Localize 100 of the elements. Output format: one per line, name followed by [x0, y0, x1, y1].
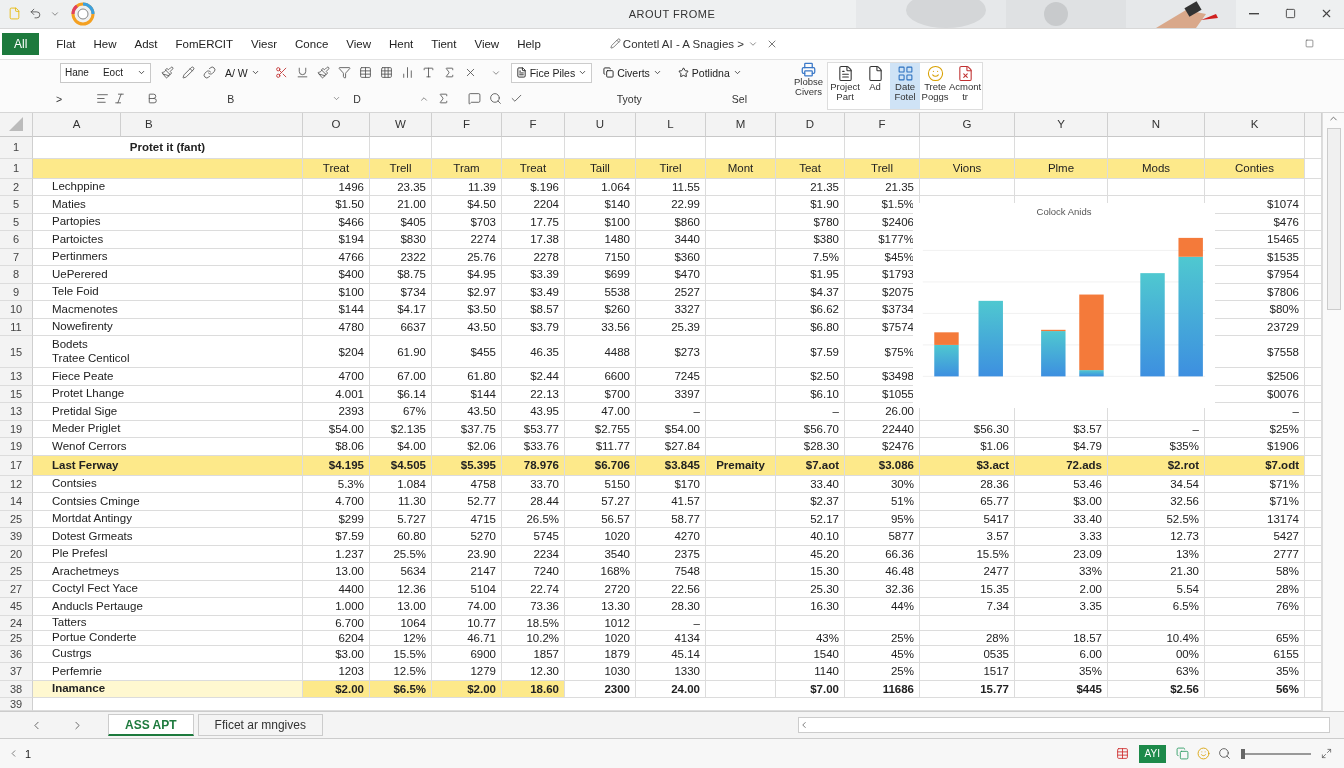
- column-title: Mont: [706, 158, 776, 179]
- table-cell: 67.00: [370, 368, 432, 386]
- table-cell: $27.84: [636, 438, 706, 456]
- column-header[interactable]: N: [1108, 112, 1205, 137]
- column-header[interactable]: K: [1205, 112, 1305, 137]
- row-number: 45: [0, 598, 33, 616]
- menu-tab[interactable]: FomERCIT: [166, 31, 243, 56]
- table-cell: $71%: [1205, 493, 1305, 511]
- table-cell: 52.77: [432, 493, 502, 511]
- style-dropdown[interactable]: A/ W: [219, 62, 265, 83]
- table-cell: 12.73: [1108, 528, 1205, 546]
- table-cell: 65%: [1205, 630, 1305, 646]
- column-header[interactable]: Y: [1015, 112, 1108, 137]
- converts-dropdown[interactable]: Civerts: [598, 62, 667, 83]
- column-title: Trell: [845, 158, 920, 179]
- menu-tab[interactable]: Conce: [286, 31, 338, 56]
- table-cell: 12.30: [502, 663, 565, 681]
- row-label: Coctyl Fect Yace: [52, 582, 139, 596]
- table-cell: 5.3%: [303, 475, 370, 494]
- ribbon-button[interactable]: Project Part: [830, 62, 861, 109]
- files-dropdown[interactable]: Fice Piles: [510, 62, 593, 83]
- table-cell: 34.54: [1108, 475, 1205, 494]
- menu-tab[interactable]: Hent: [380, 31, 423, 56]
- menu-tab[interactable]: View: [337, 31, 380, 56]
- table-cell: 3327: [636, 301, 706, 319]
- table-cell: $4.195: [303, 455, 370, 476]
- table-cell: $6.14: [370, 385, 432, 404]
- column-header[interactable]: B: [121, 112, 303, 137]
- table-cell: $703: [432, 213, 502, 232]
- table-cell: 33.56: [565, 318, 636, 337]
- table-cell: $144: [303, 301, 370, 319]
- table-cell: 4766: [303, 248, 370, 267]
- table-cell: $3.50: [432, 301, 502, 319]
- table-cell: 2147: [432, 563, 502, 581]
- table-cell: $1906: [1205, 438, 1305, 456]
- table-cell: 6637: [370, 318, 432, 337]
- row-label: Tele Foid: [52, 285, 100, 299]
- menu-tab[interactable]: Adst: [125, 31, 167, 56]
- column-header[interactable]: M: [706, 112, 776, 137]
- sheet-tab[interactable]: ASS APT: [108, 714, 194, 737]
- table-cell: $830: [370, 231, 432, 249]
- table-cell: 10.4%: [1108, 630, 1205, 646]
- ribbon-button[interactable]: Date Fotel: [890, 62, 921, 109]
- view-button[interactable]: AYI: [1138, 744, 1166, 763]
- column-title: Taill: [565, 158, 636, 179]
- menu-tab[interactable]: View: [465, 31, 509, 56]
- options-dropdown[interactable]: Potlidna: [672, 62, 747, 83]
- table-cell: 4400: [303, 580, 370, 599]
- column-header[interactable]: D: [776, 112, 845, 137]
- table-cell: $3.act: [920, 455, 1015, 476]
- table-cell: $8.06: [303, 438, 370, 456]
- row-number: 17: [0, 455, 33, 476]
- table-cell: $144: [432, 385, 502, 404]
- table-cell: $700: [565, 385, 636, 404]
- menu-tab[interactable]: Tient: [422, 31, 466, 56]
- table-cell: $8.57: [502, 301, 565, 319]
- column-header[interactable]: G: [920, 112, 1015, 137]
- menu-tab[interactable]: Flat: [47, 31, 85, 56]
- row-label: Wenof Cerrors: [52, 439, 128, 454]
- column-title: Tirel: [636, 158, 706, 179]
- table-cell: 46.71: [432, 630, 502, 646]
- column-title: Treat: [502, 158, 565, 179]
- table-cell: 95%: [845, 510, 920, 529]
- table-cell: $2.44: [502, 368, 565, 386]
- table-cell: 1.084: [370, 475, 432, 494]
- row-label: Partoictes: [52, 232, 105, 247]
- table-cell: 58%: [1205, 563, 1305, 581]
- row-number: 10: [0, 301, 33, 319]
- table-cell: 4.700: [303, 493, 370, 511]
- column-header[interactable]: F: [502, 112, 565, 137]
- menu-tab[interactable]: Viesr: [242, 31, 287, 56]
- column-header[interactable]: L: [636, 112, 706, 137]
- table-cell: $3.00: [303, 645, 370, 664]
- column-header[interactable]: U: [565, 112, 636, 137]
- table-cell: 44%: [845, 598, 920, 616]
- file-button[interactable]: All: [2, 32, 40, 55]
- side-button[interactable]: Plobse Civers: [790, 59, 828, 112]
- font-field[interactable]: Hane Eoct: [60, 62, 151, 83]
- column-header[interactable]: W: [370, 112, 432, 137]
- table-cell: 47.00: [565, 403, 636, 421]
- table-cell: 41.57: [636, 493, 706, 511]
- table-cell: 13%: [1108, 545, 1205, 564]
- ribbon-button[interactable]: Ad: [860, 62, 891, 109]
- table-cell: 1064: [370, 615, 432, 631]
- menu-tab[interactable]: Hew: [84, 31, 126, 56]
- menu-tab[interactable]: Help: [508, 31, 550, 56]
- table-cell: 3540: [565, 545, 636, 564]
- column-header[interactable]: F: [845, 112, 920, 137]
- sheet-tab[interactable]: Fficet ar mngives: [197, 714, 323, 737]
- table-cell: 23.35: [370, 178, 432, 197]
- table-cell: 25.76: [432, 248, 502, 267]
- column-header[interactable]: F: [432, 112, 502, 137]
- column-header[interactable]: A: [33, 112, 121, 137]
- table-cell: 5.54: [1108, 580, 1205, 599]
- row-label: Custrgs: [52, 647, 93, 661]
- column-header[interactable]: O: [303, 112, 370, 137]
- table-cell: $860: [636, 213, 706, 232]
- table-cell: 7.5%: [776, 248, 845, 267]
- row-number: 37: [0, 663, 33, 681]
- ribbon-button[interactable]: Acmont tr: [950, 62, 981, 109]
